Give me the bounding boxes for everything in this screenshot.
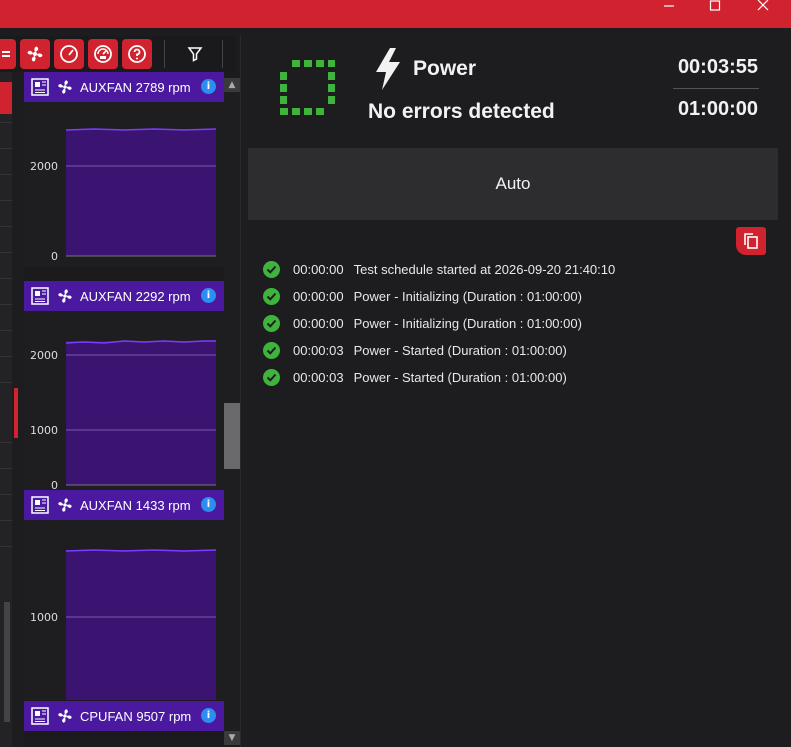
fan-icon <box>58 498 72 512</box>
gauge-icon <box>60 45 78 63</box>
sensor-list: AUXFAN 2789 rpm i 2000 0 AUXFAN 2292 rpm… <box>24 72 240 747</box>
maximize-icon <box>709 0 721 11</box>
menu-button[interactable] <box>0 39 16 69</box>
log-message: Power - Started (Duration : 01:00:00) <box>353 369 567 385</box>
pane-divider <box>240 36 241 747</box>
chart-tick-label: 1000 <box>30 424 58 437</box>
log-time: 00:00:03 <box>293 369 344 385</box>
scroll-down-button[interactable]: ▼ <box>224 731 240 745</box>
filter-icon <box>187 47 203 62</box>
log-entry: 00:00:00 Power - Initializing (Duration … <box>263 285 582 307</box>
chart-series-line <box>65 128 217 131</box>
copy-log-button[interactable] <box>736 227 766 255</box>
sensor-header[interactable]: AUXFAN 2292 rpm i <box>24 281 224 311</box>
menu-icon <box>2 51 10 57</box>
check-icon <box>263 260 280 278</box>
log-message: Power - Initializing (Duration : 01:00:0… <box>353 288 582 304</box>
sensor-label: AUXFAN 2789 rpm <box>80 79 191 95</box>
check-icon <box>263 287 280 305</box>
chart-tick-label: 2000 <box>30 349 58 362</box>
progress-icon <box>280 60 335 115</box>
sensor-label: AUXFAN 2292 rpm <box>80 288 191 304</box>
elapsed-time: 00:03:55 <box>677 56 758 78</box>
sensor-scrollbar[interactable]: ▲ ▼ <box>224 78 240 745</box>
left-list-strip <box>0 72 18 747</box>
copy-icon <box>744 233 758 249</box>
info-icon[interactable]: i <box>201 288 216 303</box>
chart-area-fill <box>66 129 216 256</box>
close-button[interactable] <box>740 0 786 14</box>
sensor-header[interactable]: AUXFAN 1433 rpm i <box>24 490 224 520</box>
sensor-label: AUXFAN 1433 rpm <box>80 497 191 513</box>
log-time: 00:00:00 <box>293 261 344 277</box>
log-time: 00:00:00 <box>293 288 344 304</box>
scroll-marker <box>14 388 18 438</box>
log-entry: 00:00:00 Test schedule started at 2026-0… <box>263 258 615 280</box>
info-icon[interactable]: i <box>201 79 216 94</box>
log-entry: 00:00:03 Power - Started (Duration : 01:… <box>263 366 567 388</box>
time-divider <box>673 88 759 89</box>
scroll-up-button[interactable]: ▲ <box>224 78 240 92</box>
minimize-button[interactable] <box>646 0 692 14</box>
chart-tick-label: 1000 <box>30 611 58 624</box>
log-entry: 00:00:00 Power - Initializing (Duration … <box>263 312 582 334</box>
chart-area-fill <box>66 341 216 485</box>
fan-icon <box>58 289 72 303</box>
log-time: 00:00:03 <box>293 342 344 358</box>
fan-button[interactable] <box>20 39 50 69</box>
info-icon[interactable]: i <box>201 708 216 723</box>
gauge-button[interactable] <box>54 39 84 69</box>
log-message: Test schedule started at 2026-09-20 21:4… <box>353 261 616 277</box>
maximize-button[interactable] <box>692 0 738 14</box>
selected-row-marker <box>0 82 12 114</box>
sensor-chart: 2000 1000 0 <box>24 311 224 491</box>
log-message: Power - Started (Duration : 01:00:00) <box>353 342 567 358</box>
chart-tick-label: 0 <box>51 698 58 700</box>
sensor-chart: 2000 0 <box>24 102 224 267</box>
motherboard-icon <box>31 78 49 96</box>
speedometer-button[interactable] <box>88 39 118 69</box>
info-icon[interactable]: i <box>201 497 216 512</box>
chart-tick-label: 0 <box>51 250 58 263</box>
total-duration: 01:00:00 <box>677 98 758 120</box>
toolbar-separator <box>164 40 165 68</box>
sensor-header[interactable]: CPUFAN 9507 rpm i <box>24 701 224 731</box>
motherboard-icon <box>31 496 49 514</box>
motherboard-icon <box>31 287 49 305</box>
title-bar <box>0 0 791 28</box>
help-button[interactable] <box>122 39 152 69</box>
chart-series-line <box>65 549 217 552</box>
chart-tick-label: 2000 <box>30 160 58 173</box>
log-message: Power - Initializing (Duration : 01:00:0… <box>353 315 582 331</box>
minimize-icon <box>664 5 674 7</box>
check-icon <box>263 341 280 359</box>
sensor-toolbar <box>0 36 236 72</box>
close-icon <box>757 0 769 11</box>
motherboard-icon <box>31 707 49 725</box>
sensor-chart-svg: 2000 0 <box>30 128 217 263</box>
help-icon <box>128 45 146 63</box>
filter-button[interactable] <box>180 39 210 69</box>
auto-button[interactable]: Auto <box>248 148 778 220</box>
chart-area-fill <box>66 550 216 700</box>
fan-icon <box>58 80 72 94</box>
lightning-icon <box>376 48 400 90</box>
check-icon <box>263 314 280 332</box>
check-icon <box>263 368 280 386</box>
fan-icon <box>27 46 43 62</box>
status-message: No errors detected <box>368 100 555 123</box>
sensor-chart-svg: 2000 1000 0 <box>30 340 216 491</box>
sensor-label: CPUFAN 9507 rpm <box>80 708 192 724</box>
log-time: 00:00:00 <box>293 315 344 331</box>
fan-icon <box>58 709 72 723</box>
log-entry: 00:00:03 Power - Started (Duration : 01:… <box>263 339 567 361</box>
sensor-chart: 1000 0 <box>24 520 224 700</box>
test-mode-title: Power <box>413 57 477 80</box>
sensor-header[interactable]: AUXFAN 2789 rpm i <box>24 72 224 102</box>
left-scroll-thumb[interactable] <box>4 602 10 722</box>
sensor-chart-svg: 1000 0 <box>30 549 217 700</box>
speedometer-icon <box>94 45 112 63</box>
toolbar-separator <box>222 40 223 68</box>
scroll-thumb[interactable] <box>224 403 240 469</box>
